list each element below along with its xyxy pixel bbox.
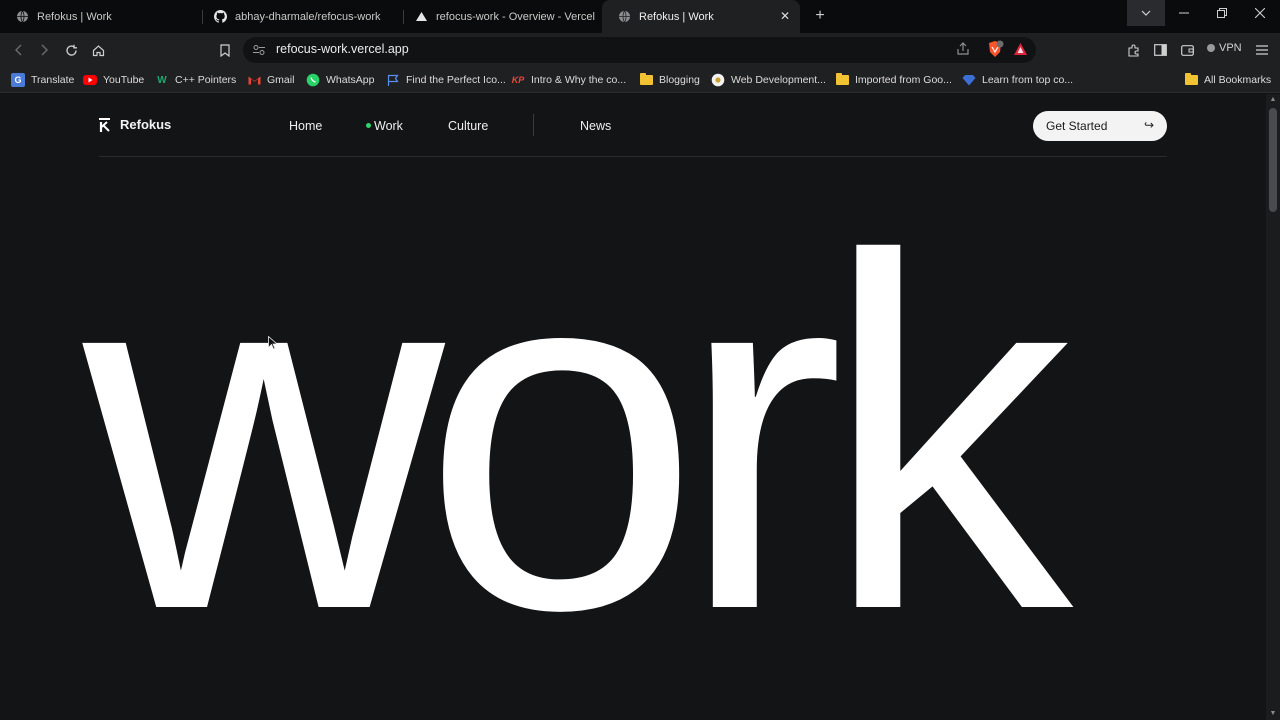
globe-icon	[16, 10, 29, 23]
brave-shields-icon[interactable]	[986, 40, 1004, 64]
tab-github[interactable]: abhay-dharmale/refocus-work	[198, 0, 398, 33]
forward-arrow-icon[interactable]	[34, 40, 54, 60]
minimize-icon[interactable]	[1165, 0, 1203, 26]
translate-icon: G	[11, 73, 25, 87]
brand-name: Refokus	[120, 117, 172, 132]
bookmark-find-icons[interactable]: Find the Perfect Ico...	[386, 71, 506, 89]
sidebar-icon[interactable]	[1150, 40, 1170, 60]
bookmark-learn[interactable]: Learn from top co...	[962, 71, 1073, 89]
bookmark-gmail[interactable]: Gmail	[247, 71, 294, 89]
vpn-label: VPN	[1219, 42, 1242, 54]
brave-rewards-icon[interactable]	[1013, 42, 1028, 61]
scroll-up-icon[interactable]: ▲	[1269, 96, 1277, 104]
tab-title: refocus-work - Overview - Vercel	[436, 10, 595, 23]
page-scrollbar[interactable]: ▲ ▼	[1266, 94, 1280, 720]
bookmark-blogging[interactable]: Blogging	[639, 71, 700, 89]
refokus-logo-icon	[99, 117, 110, 132]
tab-title: Refokus | Work	[37, 10, 112, 23]
bookmark-web-dev[interactable]: Web Development...	[711, 71, 826, 89]
bookmarks-bar: G Translate YouTube W C++ Pointers Gmail…	[0, 67, 1280, 93]
bookmark-intro[interactable]: KP Intro & Why the co...	[511, 71, 626, 89]
vpn-button[interactable]: VPN	[1207, 42, 1242, 54]
youtube-icon	[83, 73, 97, 87]
site-logo[interactable]: Refokus	[99, 117, 171, 132]
tab-title: Refokus | Work	[639, 10, 714, 23]
bookmark-icon[interactable]	[215, 40, 235, 60]
extensions-icon[interactable]	[1123, 40, 1143, 60]
scrollbar-thumb[interactable]	[1269, 108, 1277, 212]
address-bar[interactable]: refocus-work.vercel.app	[243, 37, 1036, 63]
share-icon[interactable]	[956, 42, 970, 61]
diamond-icon	[962, 73, 976, 87]
nav-work[interactable]: Work	[366, 119, 403, 133]
tab-strip: Refokus | Work abhay-dharmale/refocus-wo…	[0, 0, 1280, 33]
folder-icon	[1184, 73, 1198, 87]
tab-search-chevron-icon[interactable]	[1127, 0, 1165, 26]
browser-toolbar: refocus-work.vercel.app VPN	[0, 33, 1280, 67]
close-window-icon[interactable]	[1241, 0, 1279, 26]
kp-icon: KP	[511, 75, 525, 85]
pointer-icon: W	[157, 74, 167, 86]
all-bookmarks-button[interactable]: All Bookmarks	[1184, 71, 1271, 89]
globe-icon	[618, 10, 631, 23]
bookmark-cpp-pointers[interactable]: W C++ Pointers	[155, 71, 236, 89]
github-icon	[214, 10, 227, 23]
vpn-status-icon	[1207, 44, 1215, 52]
tab-refokus-work-1[interactable]: Refokus | Work	[0, 0, 200, 33]
restore-icon[interactable]	[1203, 0, 1241, 26]
whatsapp-icon	[306, 73, 320, 87]
tab-refokus-work-active[interactable]: Refokus | Work ✕	[602, 0, 800, 33]
arrow-right-icon: ↪	[1143, 118, 1154, 132]
nav-divider	[533, 114, 534, 136]
mouse-cursor-icon	[268, 336, 278, 350]
scroll-down-icon[interactable]: ▼	[1269, 710, 1277, 718]
close-tab-icon[interactable]: ✕	[778, 9, 792, 23]
nav-news[interactable]: News	[580, 119, 611, 133]
hero-heading: work	[83, 154, 1073, 713]
bookmark-whatsapp[interactable]: WhatsApp	[306, 71, 374, 89]
nav-culture[interactable]: Culture	[448, 119, 488, 133]
tab-vercel[interactable]: refocus-work - Overview - Vercel	[399, 0, 599, 33]
url-text: refocus-work.vercel.app	[276, 42, 409, 56]
tab-title: abhay-dharmale/refocus-work	[235, 10, 381, 23]
folder-icon	[835, 73, 849, 87]
chrome-icon	[711, 73, 725, 87]
back-arrow-icon[interactable]	[9, 40, 29, 60]
active-indicator-icon	[366, 123, 371, 129]
site-settings-icon[interactable]	[252, 43, 266, 57]
home-icon[interactable]	[88, 40, 108, 60]
bookmark-imported[interactable]: Imported from Goo...	[835, 71, 952, 89]
bookmark-youtube[interactable]: YouTube	[83, 71, 144, 89]
new-tab-button[interactable]: +	[811, 7, 829, 25]
gmail-icon	[247, 73, 261, 87]
web-page: Refokus Home Work Culture News Get Start…	[0, 94, 1266, 720]
wallet-icon[interactable]	[1177, 40, 1197, 60]
get-started-label: Get Started	[1046, 119, 1108, 133]
get-started-button[interactable]: Get Started ↪	[1033, 111, 1167, 141]
nav-home[interactable]: Home	[289, 119, 322, 133]
reload-icon[interactable]	[61, 40, 81, 60]
site-header: Refokus Home Work Culture News Get Start…	[99, 94, 1167, 157]
vercel-icon	[415, 10, 428, 23]
bookmark-translate[interactable]: G Translate	[11, 71, 74, 89]
folder-icon	[639, 73, 653, 87]
flag-icon	[386, 73, 400, 87]
menu-icon[interactable]	[1252, 40, 1272, 60]
